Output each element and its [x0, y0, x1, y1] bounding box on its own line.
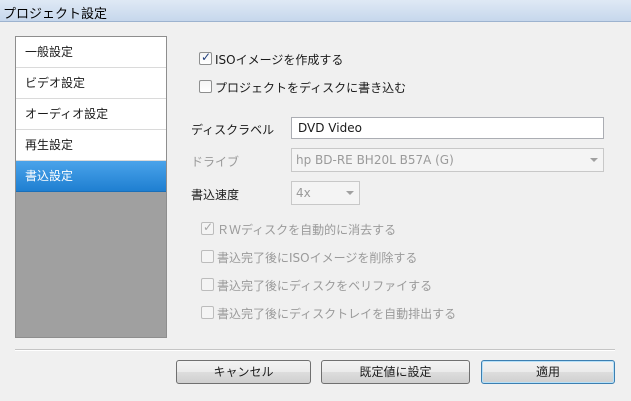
sidebar-item-audio[interactable]: オーディオ設定	[16, 99, 166, 130]
write-disc-checkbox[interactable]	[199, 80, 212, 93]
dialog-content: 一般設定 ビデオ設定 オーディオ設定 再生設定 書込設定 ISOイメージを作成す…	[0, 22, 631, 401]
eject-tray-label: 書込完了後にディスクトレイを自動排出する	[217, 307, 457, 321]
window-title: プロジェクト設定	[3, 7, 108, 22]
verify-disc-label: 書込完了後にディスクをベリファイする	[217, 279, 433, 293]
delete-iso-label: 書込完了後にISOイメージを削除する	[217, 251, 418, 265]
cancel-button[interactable]: キャンセル	[176, 360, 311, 384]
disc-label-label: ディスクラベル	[191, 123, 275, 137]
apply-button[interactable]: 適用	[481, 360, 615, 384]
drive-select-value: hp BD-RE BH20L B57A (G)	[296, 153, 454, 167]
create-iso-checkbox[interactable]	[199, 50, 212, 65]
delete-iso-checkbox[interactable]	[201, 250, 214, 263]
divider	[15, 349, 615, 351]
erase-rw-checkbox[interactable]	[201, 220, 214, 235]
speed-label: 書込速度	[191, 188, 240, 202]
reset-default-button[interactable]: 既定値に設定	[321, 360, 470, 384]
sidebar-item-video[interactable]: ビデオ設定	[16, 68, 166, 99]
write-disc-label[interactable]: プロジェクトをディスクに書き込む	[215, 79, 406, 96]
sidebar-item-burn[interactable]: 書込設定	[16, 161, 166, 192]
verify-disc-checkbox[interactable]	[201, 278, 214, 291]
drive-label: ドライブ	[191, 155, 240, 169]
sidebar-item-general[interactable]: 一般設定	[16, 37, 166, 68]
create-iso-label[interactable]: ISOイメージを作成する	[215, 51, 343, 68]
title-bar: プロジェクト設定	[0, 0, 631, 22]
sidebar-item-playback[interactable]: 再生設定	[16, 130, 166, 161]
disc-label-input[interactable]: DVD Video	[291, 117, 604, 139]
eject-tray-checkbox[interactable]	[201, 306, 214, 319]
drive-select[interactable]: hp BD-RE BH20L B57A (G)	[291, 148, 604, 172]
chevron-down-icon	[346, 191, 354, 195]
speed-select[interactable]: 4x	[291, 181, 360, 205]
erase-rw-label: ＲＷディスクを自動的に消去する	[217, 223, 397, 237]
chevron-down-icon	[590, 158, 598, 162]
speed-select-value: 4x	[296, 186, 311, 200]
settings-sidebar: 一般設定 ビデオ設定 オーディオ設定 再生設定 書込設定	[15, 36, 167, 338]
